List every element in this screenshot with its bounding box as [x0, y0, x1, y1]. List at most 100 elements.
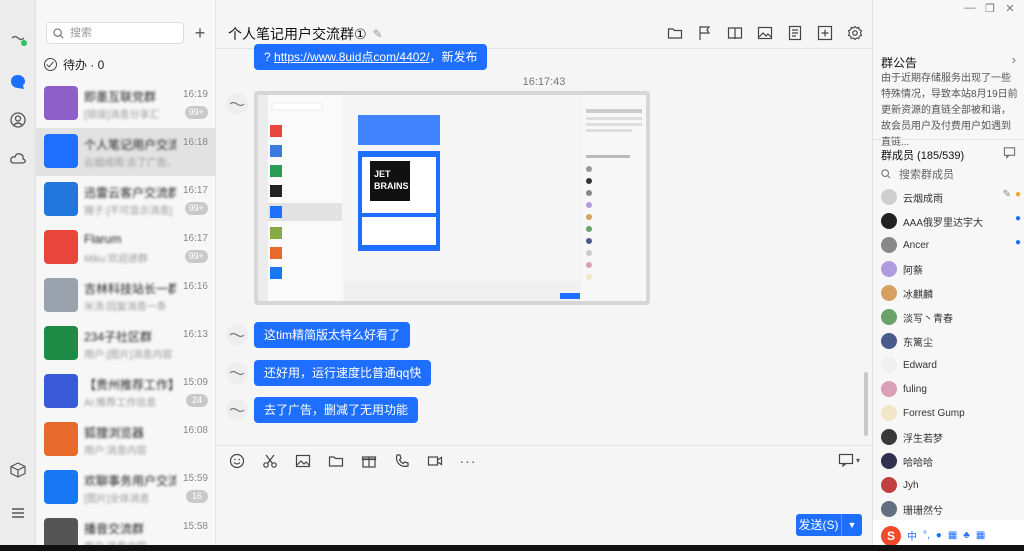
- flag-icon[interactable]: [694, 24, 716, 42]
- image-icon[interactable]: [754, 24, 776, 42]
- conversation-name: 欢聊事务用户交流群: [84, 474, 176, 488]
- conversation-item[interactable]: 狐狸浏览器 用户:消息内容 16:08: [36, 416, 215, 464]
- member-name: 冰麒麟: [903, 289, 933, 301]
- member-item[interactable]: Ancer ●: [881, 235, 1021, 255]
- conversation-item[interactable]: 即墨互联党群 [链接]消息分享汇 16:19 99+: [36, 80, 215, 128]
- member-avatar: [881, 501, 897, 517]
- member-avatar: [881, 237, 897, 253]
- cube-icon[interactable]: [8, 460, 28, 480]
- folder-icon[interactable]: [664, 24, 686, 42]
- user-avatar-icon[interactable]: [8, 28, 28, 48]
- close-icon[interactable]: ✕: [1000, 2, 1020, 15]
- add-button[interactable]: +: [190, 23, 210, 43]
- search-input[interactable]: [70, 27, 170, 39]
- conversation-time: 15:59: [182, 473, 208, 484]
- conversation-preview: 用户:[图片]消息内容: [84, 350, 173, 361]
- gift-icon[interactable]: [358, 452, 380, 470]
- restore-icon[interactable]: ❐: [980, 2, 1000, 15]
- contacts-icon[interactable]: [8, 110, 28, 130]
- folder-icon[interactable]: [325, 452, 347, 470]
- member-badges: ●: [1015, 213, 1021, 224]
- doc-icon[interactable]: [784, 24, 806, 42]
- member-name: 东篱尘: [903, 337, 933, 349]
- sogou-ime-icon[interactable]: S: [881, 525, 901, 546]
- sender-avatar[interactable]: [226, 324, 248, 346]
- ime-mode[interactable]: 中: [907, 528, 917, 543]
- conversation-item[interactable]: 吉林科技站长一群 米汤:回复消息一条 16:16: [36, 272, 215, 320]
- member-item[interactable]: 东篱尘: [881, 331, 1021, 351]
- unread-badge: 24: [186, 394, 208, 407]
- screenshot-dropdown[interactable]: ▾: [838, 452, 860, 468]
- member-item[interactable]: 阿蔡: [881, 259, 1021, 279]
- member-badges: ●: [1015, 237, 1021, 248]
- conversation-item[interactable]: Flarum Miku:欢迎进群 16:17 99+: [36, 224, 215, 272]
- member-name: fuling: [903, 383, 927, 395]
- message-link[interactable]: https://www.8uid点com/4402/: [274, 50, 429, 64]
- video-icon[interactable]: [424, 452, 446, 470]
- cloud-icon[interactable]: [8, 148, 28, 168]
- phone-icon[interactable]: [391, 452, 413, 470]
- conversation-item[interactable]: 234子社区群 用户:[图片]消息内容 16:13: [36, 320, 215, 368]
- todo-row[interactable]: 待办 · 0: [44, 56, 104, 73]
- settings-icon[interactable]: [844, 24, 866, 42]
- member-search[interactable]: 搜索群成员: [881, 166, 954, 182]
- ime-grid-icon[interactable]: ▦: [976, 530, 985, 541]
- send-options-chevron-icon[interactable]: ▼: [842, 514, 862, 536]
- sender-avatar[interactable]: [226, 399, 248, 421]
- conversation-item[interactable]: 【贵州推荐工作】 AI:推荐工作信息 15:09 24: [36, 368, 215, 416]
- send-button[interactable]: 发送(S) ▼: [796, 514, 862, 536]
- conversation-name: 234子社区群: [84, 330, 153, 344]
- conversation-time: 16:17: [182, 233, 208, 244]
- conversation-preview: [图片]全体消息: [84, 494, 150, 505]
- ime-keyboard-icon[interactable]: ▦: [948, 530, 957, 541]
- member-item[interactable]: 淡写丶青春: [881, 307, 1021, 327]
- search-icon: [53, 27, 64, 39]
- member-item[interactable]: 珊珊然兮: [881, 499, 1021, 519]
- emoji-icon[interactable]: [226, 452, 248, 470]
- svg-text:JET: JET: [374, 169, 391, 179]
- menu-icon[interactable]: [8, 503, 28, 523]
- conversation-avatar: [44, 422, 78, 456]
- ime-shirt-icon[interactable]: ♣: [963, 530, 970, 541]
- chat-bubble-icon[interactable]: [8, 72, 28, 92]
- conversation-item[interactable]: 欢聊事务用户交流群 [图片]全体消息 15:59 16: [36, 464, 215, 512]
- sender-avatar[interactable]: [226, 93, 248, 115]
- group-info-panel: — ❐ ✕ 群公告 › 由于近期存储服务出现了一些特殊情况，导致本站8月19日前…: [872, 0, 1024, 551]
- message-prefix: ?: [264, 50, 275, 64]
- member-item[interactable]: Forrest Gump: [881, 403, 1021, 423]
- conversation-item[interactable]: 迅雷云客户交流群 猪子:[不可显示消息] 16:17 99+: [36, 176, 215, 224]
- minimize-icon[interactable]: —: [960, 2, 980, 15]
- announcement-title: 群公告: [881, 56, 918, 70]
- todo-label: 待办 · 0: [63, 58, 105, 72]
- ime-mic-icon[interactable]: ●: [936, 530, 942, 541]
- member-item[interactable]: 云烟成雨 ✎ ●: [881, 187, 1021, 207]
- edit-pencil-icon[interactable]: ✎: [373, 27, 383, 41]
- search-box[interactable]: [46, 22, 184, 44]
- member-item[interactable]: Edward: [881, 355, 1021, 375]
- svg-text:BRAINS: BRAINS: [374, 181, 409, 191]
- chevron-right-icon[interactable]: ›: [1012, 52, 1016, 67]
- add-box-icon[interactable]: [814, 24, 836, 42]
- image-icon[interactable]: [292, 452, 314, 470]
- member-item[interactable]: 浮生若梦: [881, 427, 1021, 447]
- member-avatar: [881, 261, 897, 277]
- chat-scrollbar[interactable]: [864, 372, 868, 436]
- message-image[interactable]: JET BRAINS: [254, 91, 650, 305]
- member-item[interactable]: AAA俄罗里达宇大 ●: [881, 211, 1021, 231]
- message-box-icon: [838, 453, 854, 468]
- conversation-item[interactable]: 个人笔记用户交流群云烟成雨:去了广告、删除 16:18: [36, 128, 215, 176]
- scissors-icon[interactable]: [259, 452, 281, 470]
- member-item[interactable]: Jyh: [881, 475, 1021, 495]
- more-icon[interactable]: ···: [457, 452, 479, 470]
- book-icon[interactable]: [724, 24, 746, 42]
- edit-pencil-icon[interactable]: ✎: [1003, 189, 1011, 200]
- conversation-avatar: [44, 326, 78, 360]
- conversation-time: 16:16: [182, 281, 208, 292]
- member-item[interactable]: fuling: [881, 379, 1021, 399]
- member-chat-icon[interactable]: [1003, 146, 1016, 162]
- member-item[interactable]: 冰麒麟: [881, 283, 1021, 303]
- chat-title-text: 个人笔记用户交流群: [228, 26, 354, 42]
- ime-punct[interactable]: °,: [923, 530, 930, 541]
- member-item[interactable]: 哈哈哈: [881, 451, 1021, 471]
- sender-avatar[interactable]: [226, 362, 248, 384]
